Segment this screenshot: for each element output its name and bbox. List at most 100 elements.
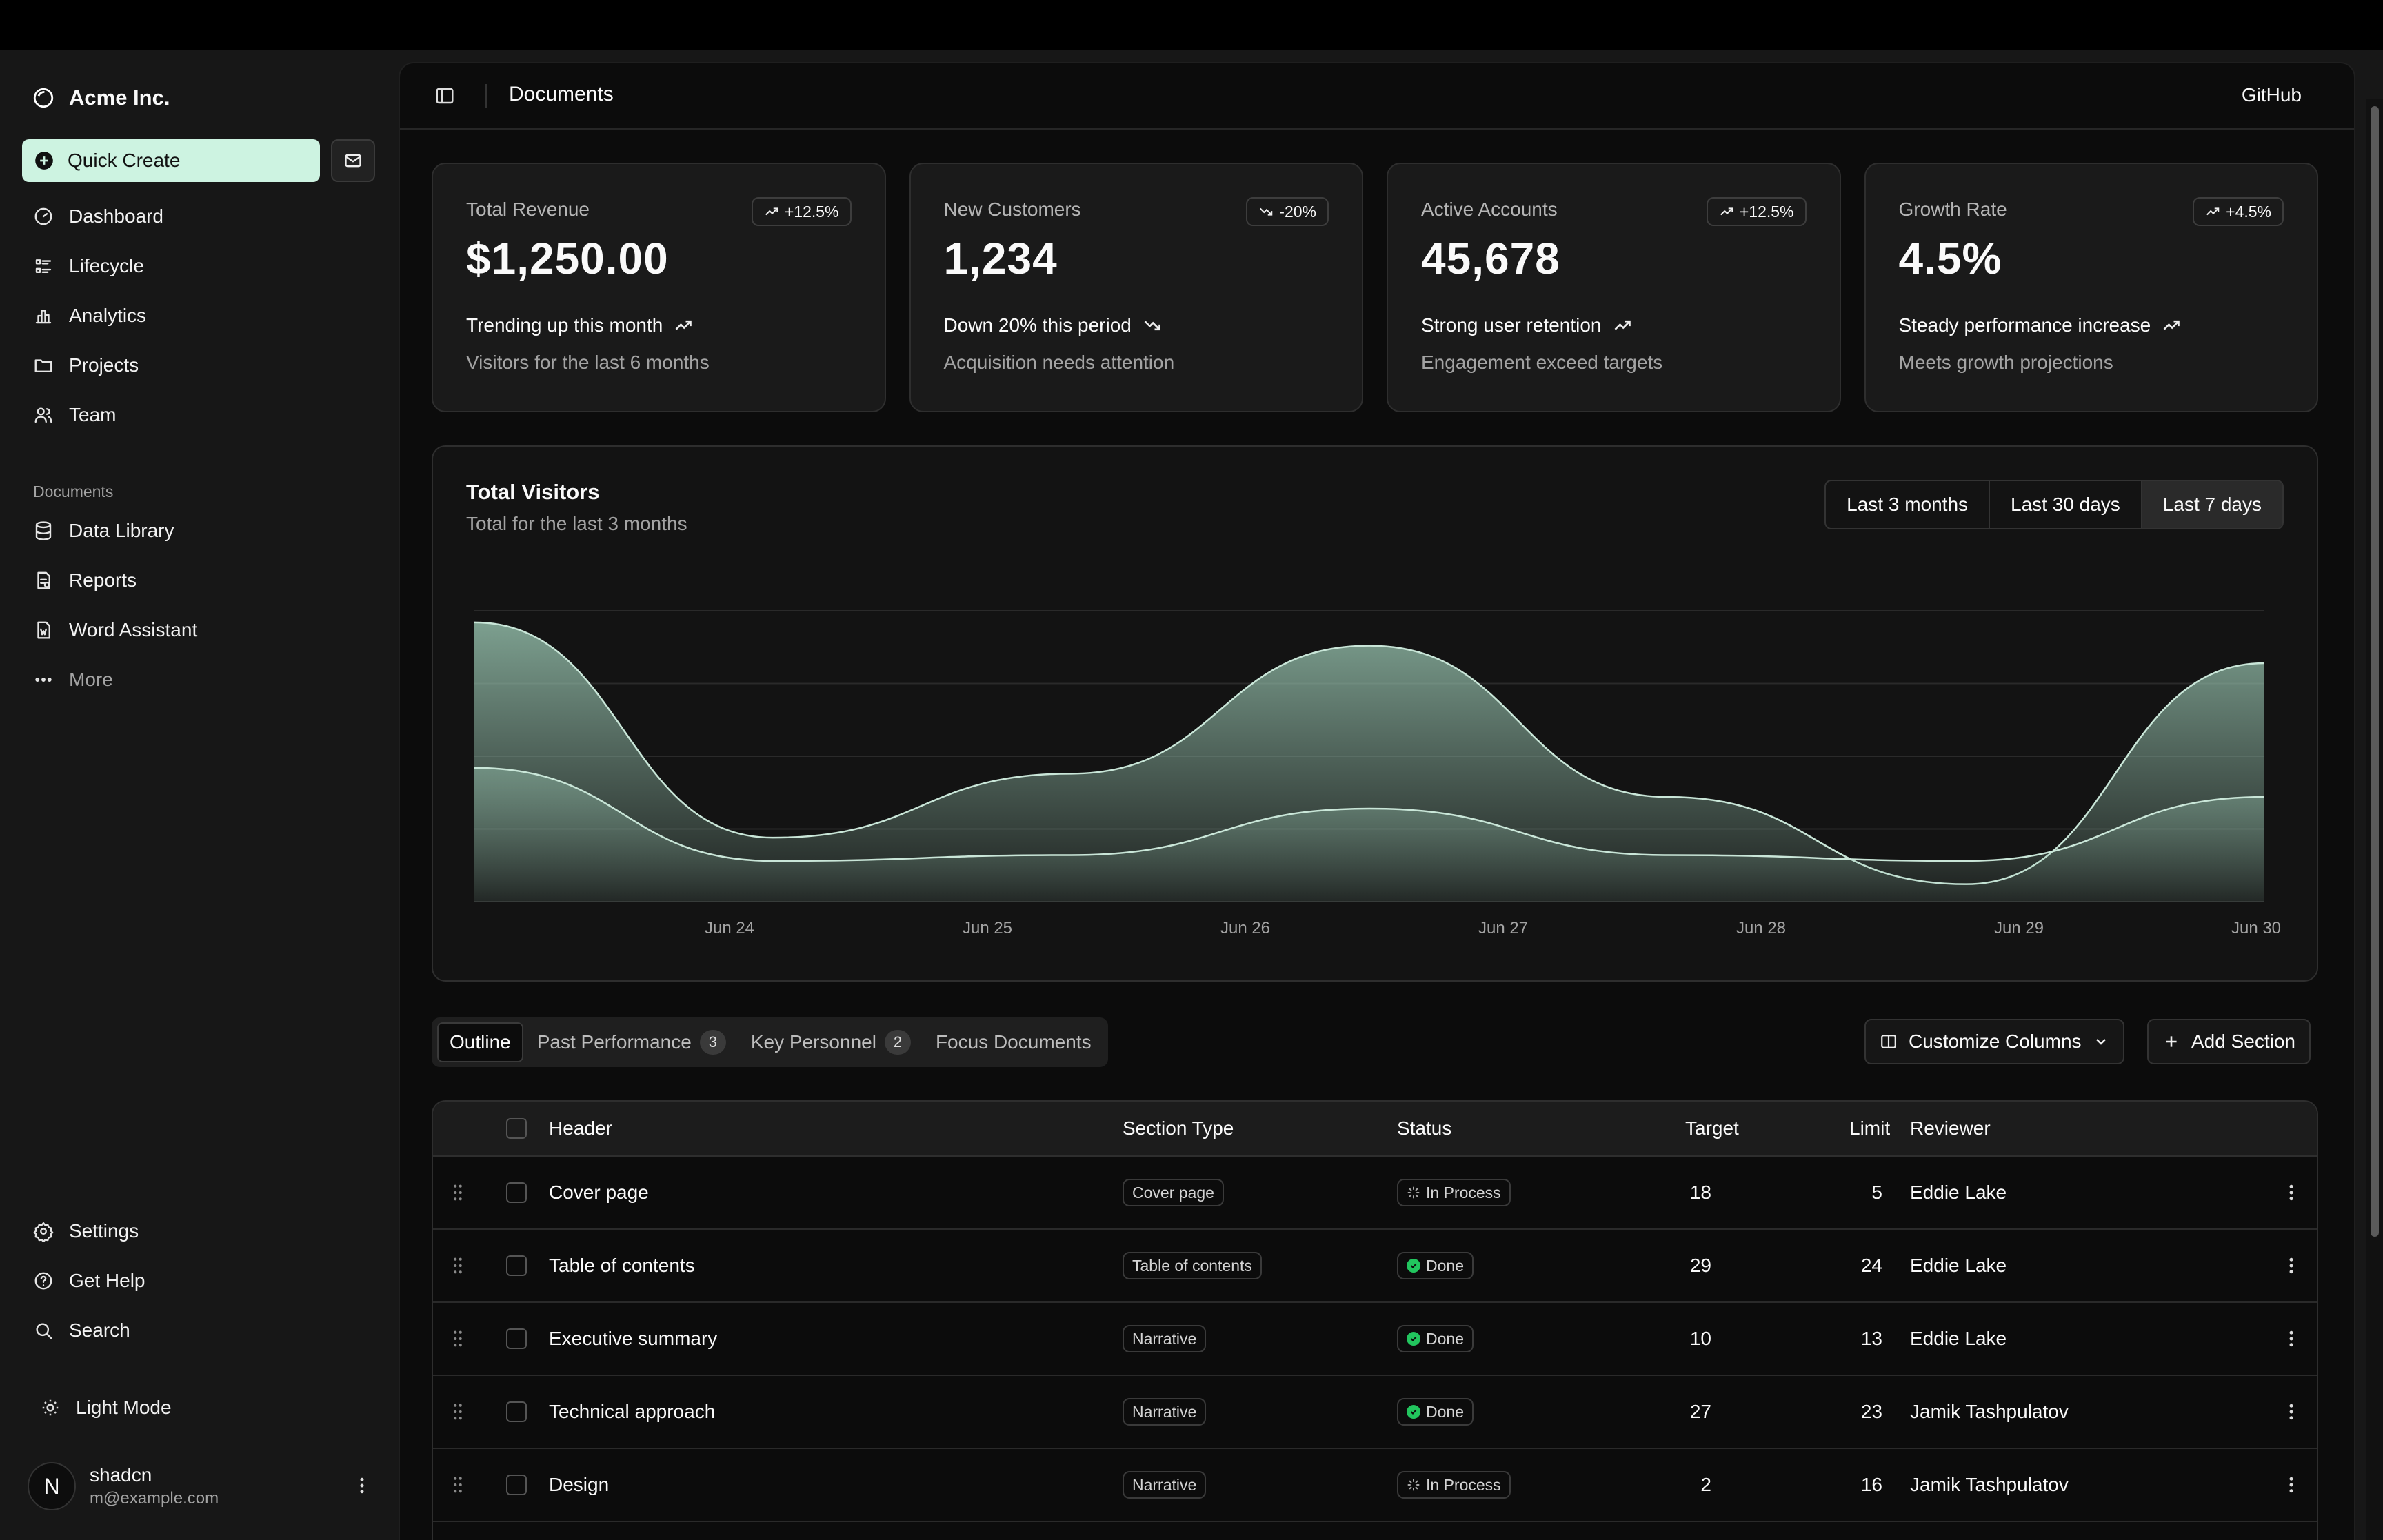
range-last-3-months[interactable]: Last 3 months — [1826, 481, 1989, 528]
sidebar-item-more[interactable]: More — [22, 655, 374, 705]
drag-handle-icon[interactable] — [451, 1230, 465, 1301]
drag-handle-icon[interactable] — [451, 1157, 465, 1228]
light-mode-toggle[interactable]: Light Mode — [22, 1383, 374, 1432]
tab-outline[interactable]: Outline — [437, 1022, 523, 1062]
sidebar-item-search[interactable]: Search — [22, 1306, 374, 1355]
gauge-icon — [33, 206, 54, 227]
trending-down-icon — [1258, 204, 1274, 219]
sidebar-item-label: Lifecycle — [69, 255, 144, 276]
row-checkbox[interactable] — [506, 1255, 527, 1276]
scrollbar-thumb[interactable] — [2371, 106, 2379, 1237]
row-header[interactable]: Executive summary — [549, 1303, 717, 1375]
reviewer-name[interactable]: Eddie Lake — [1910, 1157, 2007, 1228]
sidebar-toggle-icon[interactable] — [434, 85, 455, 106]
sidebar-item-lifecycle[interactable]: Lifecycle — [22, 241, 374, 291]
range-last-30-days[interactable]: Last 30 days — [1989, 481, 2141, 528]
stat-description: Meets growth projections — [1898, 352, 2113, 373]
row-actions-icon[interactable] — [2281, 1303, 2302, 1375]
row-actions-icon[interactable] — [2281, 1157, 2302, 1228]
row-actions-icon[interactable] — [2281, 1230, 2302, 1301]
limit-value[interactable]: 24 — [1784, 1230, 1882, 1301]
row-header[interactable]: Table of contents — [549, 1230, 695, 1301]
status-badge: Done — [1397, 1252, 1474, 1279]
section-type-cell: Narrative — [1123, 1449, 1207, 1521]
row-checkbox[interactable] — [506, 1401, 527, 1422]
row-actions-icon[interactable] — [2281, 1376, 2302, 1448]
sidebar-item-get-help[interactable]: Get Help — [22, 1256, 374, 1306]
sidebar-item-reports[interactable]: Reports — [22, 556, 374, 605]
customize-columns-button[interactable]: Customize Columns — [1864, 1019, 2124, 1064]
reviewer-name[interactable]: Jamik Tashpulatov — [1910, 1376, 2069, 1448]
row-checkbox[interactable] — [506, 1182, 527, 1203]
drag-handle-icon[interactable] — [451, 1376, 465, 1448]
sidebar-item-label: Analytics — [69, 305, 147, 326]
row-checkbox[interactable] — [506, 1328, 527, 1349]
select-all-checkbox[interactable] — [506, 1118, 527, 1139]
github-link[interactable]: GitHub — [2242, 84, 2302, 106]
sidebar-item-dashboard[interactable]: Dashboard — [22, 192, 374, 241]
quick-create-button[interactable]: Quick Create — [22, 139, 320, 182]
target-value[interactable]: 10 — [1605, 1303, 1711, 1375]
sidebar-item-data-library[interactable]: Data Library — [22, 506, 374, 556]
section-type-cell: Table of contents — [1123, 1230, 1262, 1301]
sidebar-item-team[interactable]: Team — [22, 390, 374, 440]
limit-value[interactable]: 16 — [1784, 1449, 1882, 1521]
reviewer-name[interactable]: Eddie Lake — [1910, 1230, 2007, 1301]
page-scrollbar[interactable] — [2366, 99, 2383, 1540]
target-value[interactable]: 2 — [1605, 1449, 1711, 1521]
sidebar: Acme Inc. Quick Create Dashboard Lifecyc… — [0, 50, 397, 1540]
drag-handle-icon[interactable] — [451, 1449, 465, 1521]
row-header[interactable]: Cover page — [549, 1157, 649, 1228]
section-type-cell: Cover page — [1123, 1157, 1224, 1228]
stat-value: 4.5% — [1898, 234, 2002, 283]
row-actions-icon[interactable] — [2281, 1449, 2302, 1521]
trend-badge-value: -20% — [1279, 202, 1316, 221]
trending-up-icon — [1719, 204, 1734, 219]
sidebar-item-analytics[interactable]: Analytics — [22, 291, 374, 341]
logo-circle-icon — [32, 86, 55, 110]
tab-key-personnel[interactable]: Key Personnel 2 — [740, 1022, 922, 1062]
status-cell: Done — [1397, 1230, 1474, 1301]
sidebar-item-settings[interactable]: Settings — [22, 1206, 374, 1256]
row-header[interactable]: Technical approach — [549, 1376, 715, 1448]
add-section-button[interactable]: Add Section — [2147, 1019, 2311, 1064]
tab-past-performance[interactable]: Past Performance 3 — [526, 1022, 737, 1062]
target-value[interactable]: 29 — [1605, 1230, 1711, 1301]
section-type-badge: Narrative — [1123, 1325, 1207, 1352]
app-shell: Acme Inc. Quick Create Dashboard Lifecyc… — [0, 50, 2383, 1540]
x-tick-label: Jun 24 — [705, 919, 754, 938]
limit-value[interactable]: 5 — [1784, 1157, 1882, 1228]
sidebar-item-word-assistant[interactable]: Word Assistant — [22, 605, 374, 655]
status-cell: In Process — [1397, 1449, 1511, 1521]
database-icon — [33, 520, 54, 541]
gear-icon — [33, 1221, 54, 1242]
target-value[interactable]: 27 — [1605, 1376, 1711, 1448]
limit-value[interactable]: 13 — [1784, 1303, 1882, 1375]
user-menu-trigger[interactable]: N shadcn m@example.com — [28, 1459, 372, 1514]
table-row: Technical approach Narrative Done 27 23 … — [433, 1376, 2317, 1449]
more-vertical-icon[interactable] — [352, 1475, 372, 1496]
row-select-cell — [506, 1230, 527, 1301]
brand[interactable]: Acme Inc. — [32, 81, 170, 114]
target-value[interactable]: 18 — [1605, 1157, 1711, 1228]
row-header[interactable]: Design — [549, 1449, 609, 1521]
row-select-cell — [506, 1157, 527, 1228]
range-last-7-days[interactable]: Last 7 days — [2140, 481, 2282, 528]
row-checkbox[interactable] — [506, 1475, 527, 1495]
status-label: Done — [1426, 1402, 1464, 1421]
reviewer-name[interactable]: Eddie Lake — [1910, 1303, 2007, 1375]
plus-icon — [2162, 1033, 2180, 1051]
tab-label: Focus Documents — [935, 1031, 1092, 1053]
sidebar-item-projects[interactable]: Projects — [22, 341, 374, 390]
tab-focus-documents[interactable]: Focus Documents — [925, 1022, 1103, 1062]
status-badge: Done — [1397, 1325, 1474, 1352]
trending-up-icon — [1613, 316, 1632, 335]
reviewer-name[interactable]: Jamik Tashpulatov — [1910, 1449, 2069, 1521]
trending-down-icon — [1143, 316, 1162, 335]
limit-value[interactable]: 23 — [1784, 1376, 1882, 1448]
inbox-button[interactable] — [331, 139, 375, 182]
documents-nav: Data Library Reports Word Assistant More — [22, 506, 374, 705]
drag-handle-icon[interactable] — [451, 1303, 465, 1375]
column-target: Target — [1685, 1117, 1739, 1139]
x-tick-label: Jun 29 — [1994, 919, 2044, 938]
